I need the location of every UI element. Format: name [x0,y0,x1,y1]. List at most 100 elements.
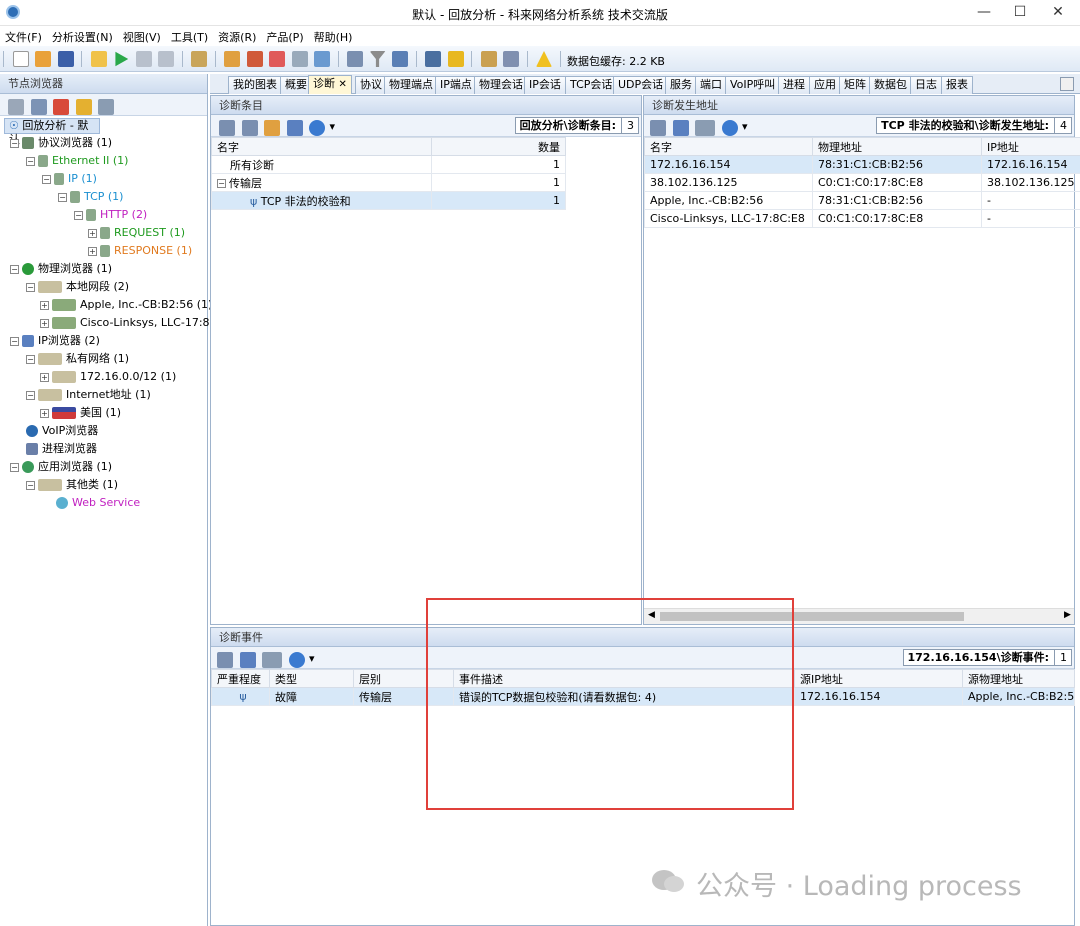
panel-menu-icon[interactable] [1060,77,1074,91]
tools-icon[interactable] [246,51,263,67]
menu-product[interactable]: 产品(P) [261,26,308,45]
tab-voip-calls[interactable]: VoIP呼叫 [725,76,781,94]
tab-applications[interactable]: 应用 [809,76,841,94]
tree-item-physical-browser[interactable]: − 物理浏览器 (1) [10,260,112,278]
tab-udp-sessions[interactable]: UDP会话 [613,76,669,94]
tree-item-private-network[interactable]: − 私有网络 (1) [26,350,129,368]
tab-my-charts[interactable]: 我的图表 [228,76,282,94]
chart-icon[interactable] [392,51,408,67]
filter-settings-icon[interactable] [191,51,207,67]
tab-logs[interactable]: 日志 [910,76,942,94]
menu-analysis-settings[interactable]: 分析设置(N) [47,26,118,45]
tab-ports[interactable]: 端口 [695,76,727,94]
collapse-icon[interactable] [286,120,303,136]
tab-diagnosis[interactable]: 诊断 ✕ [308,75,352,94]
refresh-icon[interactable] [721,120,738,136]
menu-help[interactable]: 帮助(H) [309,26,358,45]
minimize-button[interactable]: — [964,2,1004,24]
filter-node-icon[interactable] [30,99,47,115]
menu-view[interactable]: 视图(V) [118,26,166,45]
col-src-mac[interactable]: 源物理地址 [962,669,1075,688]
play-icon[interactable] [115,51,129,67]
trash-icon[interactable] [347,51,363,67]
close-button[interactable]: ✕ [1038,2,1078,24]
root-node-item[interactable]: ☉ 回放分析 - 默认 [4,118,100,146]
export-node-icon[interactable] [98,99,114,115]
tree-item-cisco[interactable]: + Cisco-Linksys, LLC-17:8C: [40,314,221,332]
add-icon[interactable] [269,51,285,67]
folder-icon[interactable] [90,51,107,67]
tab-processes[interactable]: 进程 [778,76,810,94]
tree-item-response[interactable]: + RESPONSE (1) [88,242,192,260]
stop-icon[interactable] [158,51,174,67]
network-icon[interactable] [314,51,330,67]
tab-protocol[interactable]: 协议 [355,76,387,94]
capture-icon[interactable] [447,51,464,67]
table-row[interactable]: 所有诊断 1 [211,155,566,174]
menu-resources[interactable]: 资源(R) [213,26,261,45]
chevron-down-icon[interactable]: ▾ [742,120,748,133]
report-icon[interactable] [503,51,519,67]
tree-item-ip-browser[interactable]: − IP浏览器 (2) [10,332,100,350]
tab-packets[interactable]: 数据包 [869,76,912,94]
chevron-down-icon[interactable]: ▾ [330,120,336,133]
new-icon[interactable] [12,51,29,67]
export-icon[interactable] [650,120,666,136]
settings-icon[interactable] [219,120,235,136]
close-tab-icon[interactable]: ✕ [339,79,347,90]
tab-tcp-sessions[interactable]: TCP会话 [565,76,618,94]
wizard-icon[interactable] [224,51,240,67]
tree-item-internet[interactable]: − Internet地址 (1) [26,386,151,404]
tree-item-usa[interactable]: + 美国 (1) [40,404,121,422]
col-name[interactable]: 名字 [211,137,432,156]
table-row[interactable]: Cisco-Linksys, LLC-17:8C:E8 C0:C1:C0:17:8… [644,209,1080,228]
tree-item-tcp[interactable]: − TCP (1) [58,188,123,206]
chevron-down-icon[interactable]: ▾ [309,652,315,665]
tree-item-voip[interactable]: VoIP浏览器 [26,422,98,440]
refresh-icon[interactable] [309,120,325,136]
tab-reports[interactable]: 报表 [941,76,973,94]
tree-item-ip[interactable]: − IP (1) [42,170,97,188]
save-icon[interactable] [57,51,74,67]
tab-ip-endpoints[interactable]: IP端点 [435,76,477,94]
table-row[interactable]: 172.16.16.154 78:31:C1:CB:B2:56 172.16.16.… [644,155,1080,174]
filter-icon[interactable] [672,120,689,136]
monitor-icon[interactable] [425,51,441,67]
add-node-icon[interactable] [8,99,24,115]
tree-item-web-service[interactable]: Web Service [56,494,140,512]
tree-item-apple[interactable]: + Apple, Inc.-CB:B2:56 (1) [40,296,212,314]
tab-physical-sessions[interactable]: 物理会话 [474,76,528,94]
tab-matrix[interactable]: 矩阵 [839,76,871,94]
table-row[interactable]: 38.102.136.125 C0:C1:C0:17:8C:E8 38.102.13… [644,173,1080,192]
table-row[interactable]: ψ TCP 非法的校验和 1 [211,191,566,210]
tab-services[interactable]: 服务 [665,76,697,94]
tree-item-subnet[interactable]: +172.16.0.0/12 (1) [40,368,176,386]
maximize-button[interactable]: ☐ [1000,2,1040,24]
refresh-icon[interactable] [288,652,305,668]
open-icon[interactable] [35,51,51,67]
col-mac[interactable]: 物理地址 [812,137,982,156]
delete-node-icon[interactable] [53,99,69,115]
col-count[interactable]: 数量 [431,137,566,156]
tree-item-local-segment[interactable]: − 本地网段 (2) [26,278,129,296]
col-severity[interactable]: 严重程度 [211,669,270,688]
tree-item-request[interactable]: + REQUEST (1) [88,224,185,242]
col-name[interactable]: 名字 [644,137,813,156]
tree-item-other[interactable]: − 其他类 (1) [26,476,118,494]
export-icon[interactable] [241,120,258,136]
tree-item-app-browser[interactable]: − 应用浏览器 (1) [10,458,112,476]
menu-tools[interactable]: 工具(T) [166,26,213,45]
expand-icon[interactable] [264,120,280,136]
columns-icon[interactable] [695,120,715,136]
scroll-right-icon[interactable]: ▶ [1064,610,1071,620]
columns-icon[interactable] [262,652,282,668]
col-type[interactable]: 类型 [269,669,354,688]
print-icon[interactable] [291,51,308,67]
tab-physical-endpoints[interactable]: 物理端点 [384,76,438,94]
tree-item-process[interactable]: 进程浏览器 [26,440,97,458]
menu-file[interactable]: 文件(F) [0,26,47,45]
col-src-ip[interactable]: 源IP地址 [794,669,963,688]
tab-ip-sessions[interactable]: IP会话 [524,76,566,94]
warning-icon[interactable] [536,51,552,67]
tree-item-http[interactable]: − HTTP (2) [74,206,147,224]
